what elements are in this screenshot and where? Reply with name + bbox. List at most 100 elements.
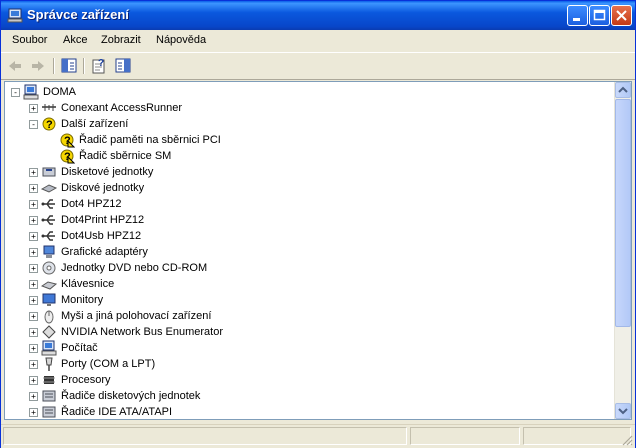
tree-row[interactable]: + Počítač	[5, 340, 610, 356]
maximize-icon	[593, 9, 606, 21]
tree-row[interactable]: + Dot4 HPZ12	[5, 196, 610, 212]
computer-icon	[7, 8, 23, 23]
display-adapter-icon	[43, 245, 55, 258]
window-title: Správce zařízení	[27, 7, 129, 22]
expand-toggle-icon[interactable]: +	[29, 376, 38, 385]
tree-item-label: Další zařízení	[61, 118, 129, 130]
network-bus-icon	[42, 325, 56, 339]
tree-row[interactable]: - DOMA	[5, 84, 610, 100]
tree-row[interactable]: -? Další zařízení	[5, 116, 610, 132]
expand-toggle-icon[interactable]: +	[29, 280, 38, 289]
tree-item-label: Procesory	[61, 374, 111, 386]
cdrom-icon	[42, 261, 56, 275]
monitor-icon	[42, 293, 56, 306]
tree-item-label: NVIDIA Network Bus Enumerator	[61, 326, 224, 338]
tree-row[interactable]: + Grafické adaptéry	[5, 244, 610, 260]
show-hide-tree-icon[interactable]	[59, 56, 79, 76]
expand-toggle-icon[interactable]: +	[29, 312, 38, 321]
tree-row[interactable]: + Klávesnice	[5, 276, 610, 292]
expand-toggle-icon[interactable]: +	[29, 200, 38, 209]
device-tree: - DOMA + Conexant AccessRunner -? Další zaříz…	[4, 81, 632, 420]
tree-item-label: Klávesnice	[61, 278, 115, 290]
tree-row[interactable]: + NVIDIA Network Bus Enumerator	[5, 324, 610, 340]
mouse-icon	[44, 310, 54, 324]
collapse-toggle-icon[interactable]: -	[29, 120, 38, 129]
tree-row[interactable]: + Řadiče IDE ATA/ATAPI	[5, 404, 610, 419]
toolbar-separator	[53, 58, 55, 74]
expand-toggle-icon[interactable]: +	[29, 264, 38, 273]
expand-toggle-icon[interactable]: +	[29, 168, 38, 177]
expand-toggle-icon[interactable]: +	[29, 248, 38, 257]
scroll-down-button[interactable]	[615, 403, 631, 419]
tree-row[interactable]: + Myši a jiná polohovací zařízení	[5, 308, 610, 324]
resize-grip-icon[interactable]	[621, 434, 633, 446]
disk-drive-icon	[41, 184, 57, 193]
expand-toggle-icon[interactable]: +	[29, 328, 38, 337]
svg-text:?: ?	[98, 58, 104, 69]
view-pane-icon[interactable]	[113, 56, 133, 76]
expand-toggle-icon[interactable]: +	[29, 344, 38, 353]
toolbar-separator	[83, 58, 85, 74]
tree-row[interactable]: + Jednotky DVD nebo CD-ROM	[5, 260, 610, 276]
warning-device-icon: ?	[60, 133, 75, 148]
maximize-button[interactable]	[589, 5, 610, 26]
scroll-up-button[interactable]	[615, 82, 631, 98]
tree-row[interactable]: + Conexant AccessRunner	[5, 100, 610, 116]
minimize-button[interactable]	[567, 5, 588, 26]
expand-toggle-icon[interactable]: +	[29, 360, 38, 369]
expand-toggle-icon[interactable]: +	[29, 232, 38, 241]
usb-icon	[41, 231, 55, 241]
tree-item-label: Počítač	[61, 342, 98, 354]
tree-item-label: Grafické adaptéry	[61, 246, 148, 258]
forward-arrow-icon[interactable]	[28, 56, 48, 76]
tree-row[interactable]: + Řadiče disketových jednotek	[5, 388, 610, 404]
floppy-drive-icon	[42, 167, 56, 177]
vertical-scrollbar[interactable]	[614, 82, 631, 419]
tree-item-label: Dot4Usb HPZ12	[61, 230, 142, 242]
device-manager-window: Správce zařízení Soubor Akce Zobrazit Ná…	[0, 0, 636, 448]
close-icon	[616, 10, 627, 21]
tree-item-label: Jednotky DVD nebo CD-ROM	[61, 262, 208, 274]
close-button[interactable]	[611, 5, 632, 26]
tree-row[interactable]: + Porty (COM a LPT)	[5, 356, 610, 372]
properties-icon[interactable]: ?	[89, 56, 109, 76]
status-cell-tertiary	[523, 427, 631, 445]
tree-row[interactable]: ? Řadič sběrnice SM	[5, 148, 610, 164]
expand-toggle-icon[interactable]: +	[29, 216, 38, 225]
title-bar[interactable]: Správce zařízení	[1, 1, 635, 30]
expand-toggle-icon[interactable]: +	[29, 296, 38, 305]
tree-row[interactable]: ? Řadič paměti na sběrnici PCI	[5, 132, 610, 148]
tree-row[interactable]: + Dot4Usb HPZ12	[5, 228, 610, 244]
tree-row[interactable]: + Diskové jednotky	[5, 180, 610, 196]
expand-toggle-icon[interactable]: +	[29, 104, 38, 113]
tree-row[interactable]: + Monitory	[5, 292, 610, 308]
tree-row[interactable]: + Procesory	[5, 372, 610, 388]
toolbar: ?	[1, 52, 635, 80]
usb-icon	[41, 199, 55, 209]
menu-soubor[interactable]: Soubor	[12, 34, 47, 46]
expand-toggle-icon[interactable]: +	[29, 184, 38, 193]
status-cell-main	[3, 427, 407, 445]
port-icon	[45, 357, 53, 371]
arrow-down-icon	[618, 408, 628, 415]
back-arrow-icon[interactable]	[5, 56, 25, 76]
tree-item-label: Myši a jiná polohovací zařízení	[61, 310, 212, 322]
menu-akce[interactable]: Akce	[63, 34, 87, 46]
expand-toggle-icon[interactable]: +	[29, 392, 38, 401]
floppy-controller-icon	[42, 390, 56, 402]
tree-row[interactable]: + Dot4Print HPZ12	[5, 212, 610, 228]
tree-item-label: Diskové jednotky	[61, 182, 145, 194]
collapse-toggle-icon[interactable]: -	[11, 88, 20, 97]
menu-napoveda[interactable]: Nápověda	[156, 34, 206, 46]
computer-icon	[41, 340, 57, 356]
tree-row[interactable]: + Disketové jednotky	[5, 164, 610, 180]
scroll-thumb[interactable]	[615, 99, 631, 327]
computer-icon	[23, 84, 39, 100]
tree-item-label: Řadič sběrnice SM	[79, 150, 172, 162]
arrow-up-icon	[618, 86, 628, 93]
menu-zobrazit[interactable]: Zobrazit	[101, 34, 141, 46]
expand-toggle-icon[interactable]: +	[29, 408, 38, 417]
menu-bar: Soubor Akce Zobrazit Nápověda	[1, 30, 635, 52]
svg-text:?: ?	[46, 119, 53, 131]
ide-controller-icon	[42, 406, 56, 418]
